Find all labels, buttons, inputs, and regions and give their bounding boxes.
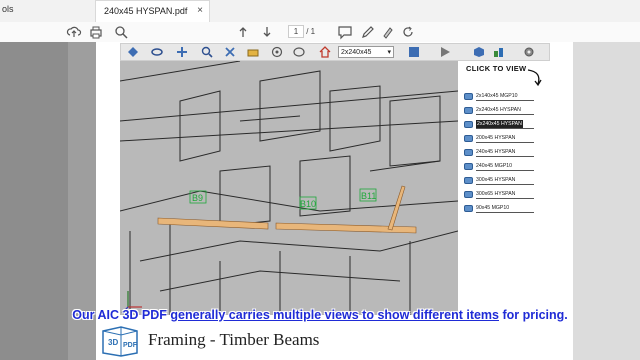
view-item-underline — [476, 114, 534, 115]
view-item-underline — [476, 170, 534, 171]
view-item-label: 300x65 HYSPAN — [476, 191, 516, 197]
navigate-icon[interactable] — [127, 46, 139, 58]
view-item-underline — [476, 142, 534, 143]
view-item[interactable]: 240x45 MGP10 — [464, 162, 536, 172]
camera-icon — [464, 121, 473, 128]
camera-icon — [464, 177, 473, 184]
rotate-icon[interactable] — [400, 24, 416, 40]
beam-label-b9: B9 — [192, 193, 203, 203]
click-to-view-label: CLICK TO VIEW — [466, 64, 527, 73]
view-item[interactable]: 200x45 HYSPAN — [464, 134, 536, 144]
tab-bar: ols 240x45 HYSPAN.pdf × — [0, 0, 640, 23]
tab-document-label: 240x45 HYSPAN.pdf — [104, 6, 188, 16]
camera-icon — [464, 93, 473, 100]
pen-icon[interactable] — [360, 24, 376, 40]
view-item-label: 240x45 HYSPAN — [476, 149, 516, 155]
caption-part-3: for pricing. — [499, 308, 568, 322]
main-toolbar: 1 / 1 — [0, 22, 640, 43]
beam-b9[interactable] — [157, 217, 269, 230]
view-item-underline — [476, 100, 534, 101]
view-item[interactable]: 2x140x45 MGP10 — [464, 92, 536, 102]
view-item-label: 300x45 HYSPAN — [476, 177, 516, 183]
view-item-underline — [476, 128, 534, 129]
3d-model-view[interactable]: B9 B10 B11 — [120, 61, 458, 315]
page-number-input[interactable]: 1 — [288, 25, 304, 38]
view-item-label: 2x240x45 HYSPAN — [476, 120, 523, 128]
camera-icon — [464, 163, 473, 170]
home-icon[interactable] — [319, 46, 331, 58]
spin-icon[interactable] — [271, 46, 283, 58]
chevron-down-icon: ▾ — [387, 49, 391, 56]
beam-label-b10: B10 — [300, 199, 316, 209]
cube-icon[interactable] — [473, 46, 485, 58]
rotate-3d-icon[interactable] — [151, 46, 163, 58]
view-item[interactable]: 2x240x45 HYSPAN — [464, 120, 536, 130]
camera-icon[interactable] — [293, 46, 305, 58]
view-item[interactable]: 90x45 MGP10 — [464, 204, 536, 214]
settings-icon[interactable] — [523, 46, 535, 58]
camera-icon — [464, 107, 473, 114]
tab-document[interactable]: 240x45 HYSPAN.pdf × — [95, 0, 210, 22]
search-icon[interactable] — [113, 24, 129, 40]
upload-arrow-icon[interactable] — [235, 24, 251, 40]
camera-icon — [464, 205, 473, 212]
upload-icon[interactable] — [66, 24, 82, 40]
walk-icon[interactable] — [224, 46, 236, 58]
3d-pdf-logo: 3D PDF — [102, 326, 138, 357]
promo-caption: Our AIC 3D PDF generally carries multipl… — [0, 308, 640, 322]
highlight-icon[interactable] — [380, 24, 396, 40]
tab-tools[interactable]: ols — [2, 4, 14, 14]
caption-part-1: Our AIC 3D PDF — [72, 308, 171, 322]
view-item[interactable]: 2x240x45 HYSPAN — [464, 106, 536, 116]
page-footer-title: Framing - Timber Beams — [148, 330, 320, 349]
view-item-label: 2x140x45 MGP10 — [476, 93, 518, 99]
logo-pdf-text: PDF — [123, 342, 138, 349]
comment-icon[interactable] — [337, 24, 353, 40]
view-item-label: 200x45 HYSPAN — [476, 135, 516, 141]
beam-b11[interactable] — [387, 185, 406, 231]
paint-icon[interactable] — [493, 46, 505, 58]
fly-icon[interactable] — [247, 46, 259, 58]
page-total: / 1 — [306, 27, 316, 36]
page-navigator: 1 / 1 — [288, 25, 315, 38]
play-icon[interactable] — [439, 46, 451, 58]
model-tree-icon[interactable] — [408, 46, 420, 58]
beam-label-b11: B11 — [361, 191, 376, 201]
wireframe-model: B9 B10 B11 — [120, 61, 458, 315]
view-item-label: 2x240x45 HYSPAN — [476, 107, 521, 113]
view-item-underline — [476, 156, 534, 157]
print-icon[interactable] — [88, 24, 104, 40]
view-item-underline — [476, 198, 534, 199]
camera-icon — [464, 191, 473, 198]
view-item-label: 90x45 MGP10 — [476, 205, 510, 211]
camera-icon — [464, 135, 473, 142]
view-item[interactable]: 300x45 HYSPAN — [464, 176, 536, 186]
camera-icon — [464, 149, 473, 156]
close-icon[interactable]: × — [197, 5, 203, 16]
beam-b10[interactable] — [275, 222, 417, 234]
view-select-dropdown[interactable]: 2x240x45 HYSPAN ▾ — [338, 46, 394, 68]
view-item[interactable]: 300x65 HYSPAN — [464, 190, 536, 200]
arrow-icon — [527, 69, 542, 87]
zoom-icon[interactable] — [201, 46, 213, 58]
view-item-label: 240x45 MGP10 — [476, 163, 513, 169]
3d-toolbar — [120, 43, 550, 61]
pan-icon[interactable] — [176, 46, 188, 58]
caption-part-2: generally carries multiple views to show… — [170, 308, 499, 322]
view-item-underline — [476, 212, 534, 213]
view-item[interactable]: 240x45 HYSPAN — [464, 148, 536, 158]
logo-3d-text: 3D — [108, 338, 118, 347]
view-item-underline — [476, 184, 534, 185]
download-arrow-icon[interactable] — [259, 24, 275, 40]
